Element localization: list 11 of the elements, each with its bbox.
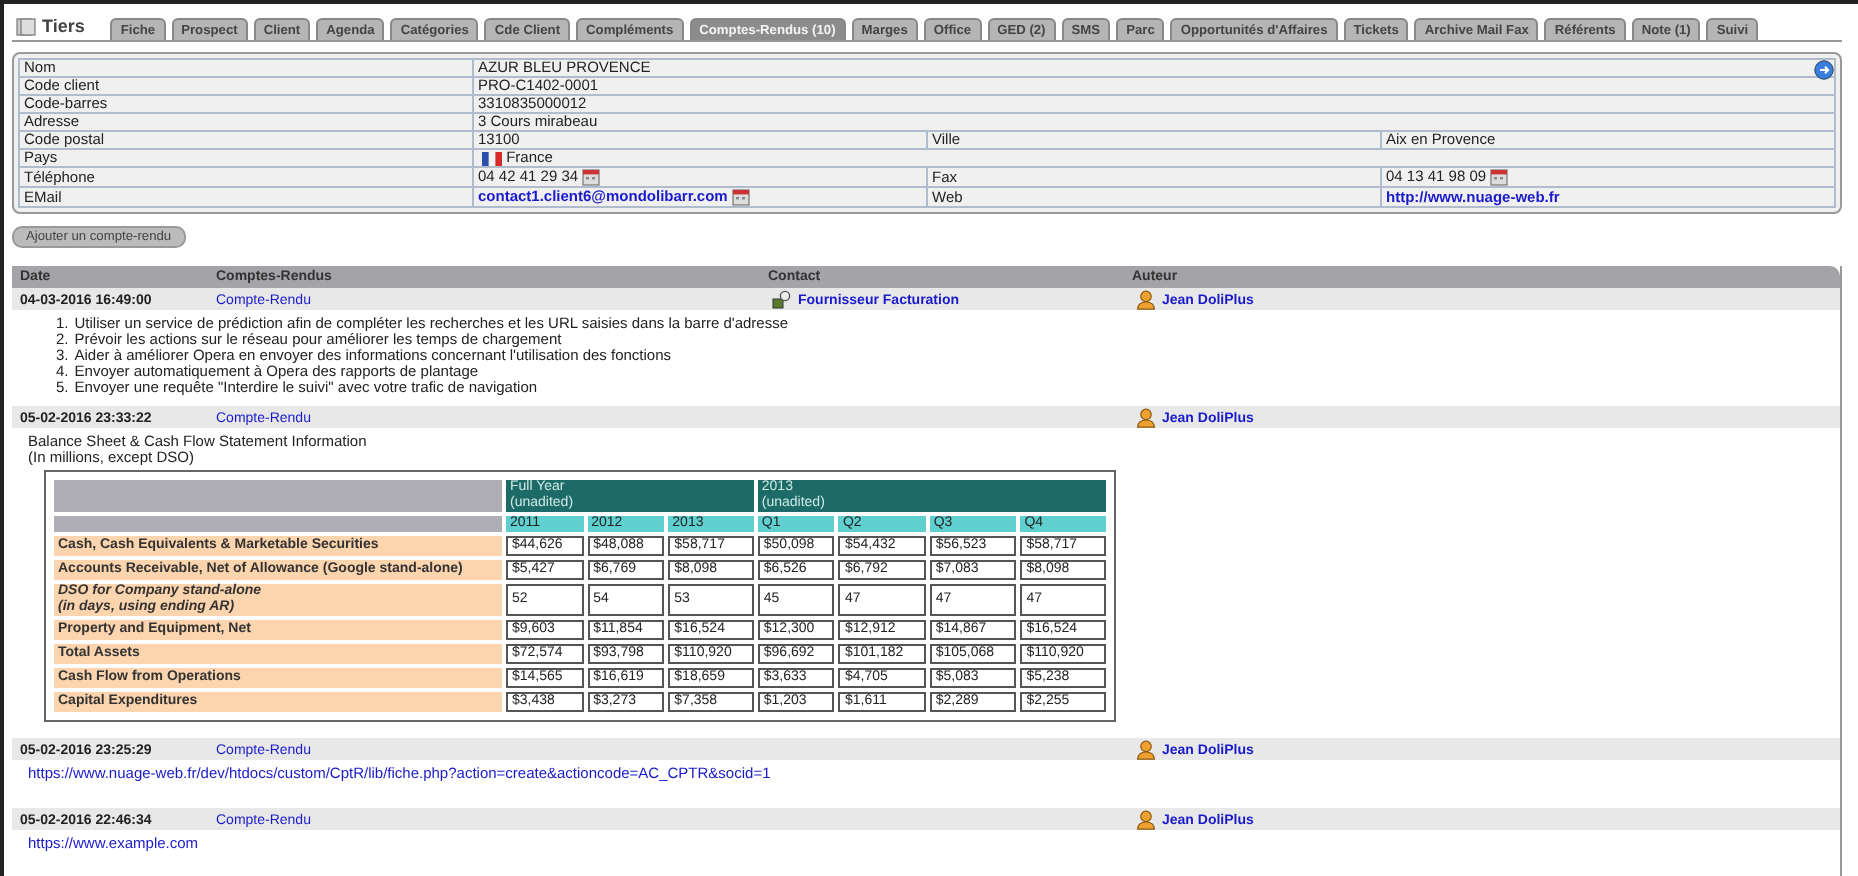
user-icon <box>1136 740 1156 760</box>
arrow-circle-icon[interactable] <box>1814 60 1834 80</box>
calendar-icon[interactable] <box>731 188 750 206</box>
page-title: Tiers <box>42 16 85 36</box>
user-icon <box>1136 810 1156 830</box>
calendar-icon[interactable] <box>582 168 601 186</box>
user-icon <box>1136 290 1156 310</box>
flag-icon <box>482 151 502 166</box>
user-icon <box>1136 408 1156 428</box>
folder-icon <box>16 17 36 35</box>
calendar-icon[interactable] <box>1490 168 1509 186</box>
